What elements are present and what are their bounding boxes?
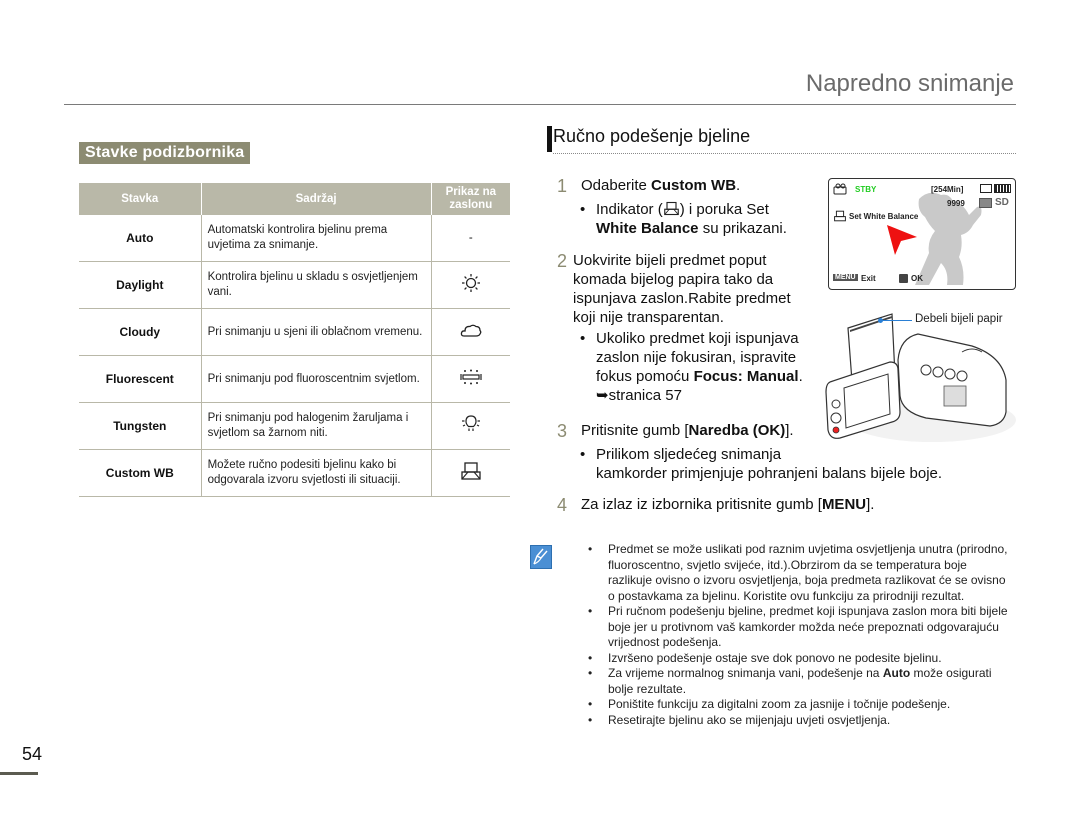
column-header-content: Sadržaj — [201, 183, 432, 215]
note-item: • Predmet se može uslikati pod raznim uvj… — [588, 542, 1008, 603]
fluorescent-icon — [460, 369, 482, 384]
step-2: 2 Uokvirite bijeli predmet poput komada … — [557, 251, 791, 326]
page-reference-link[interactable]: ➥stranica 57 — [596, 387, 682, 404]
chapter-title: Napredno snimanje — [805, 70, 1014, 97]
lcd-ok-label: OK — [911, 274, 923, 283]
note-item: • Za vrijeme normalnog snimanja vani, pod… — [588, 666, 992, 696]
battery-icon — [994, 184, 1011, 193]
row-item: Tungsten — [79, 402, 202, 450]
custom-wb-icon — [663, 201, 679, 216]
step-number: 3 — [557, 421, 568, 441]
table-row: Cloudy Pri snimanju u sjeni ili oblačnom… — [79, 308, 510, 356]
step-1-target: Custom WB — [651, 177, 737, 194]
lcd-screen-illustration: STBY [254Min] 9999 SD Set White Balance … — [828, 178, 1016, 290]
daylight-icon — [461, 273, 480, 292]
tungsten-icon — [461, 414, 480, 431]
memory-card-icon — [980, 184, 992, 193]
row-item: Custom WB — [79, 449, 202, 497]
note-icon — [530, 545, 552, 569]
row-item: Cloudy — [79, 308, 202, 356]
page-number: 54 — [22, 744, 43, 764]
cloudy-icon — [460, 324, 482, 337]
row-display: - — [431, 215, 510, 262]
submenu-section-badge: Stavke podizbornika — [79, 142, 251, 164]
menu-key-icon: MENU — [833, 274, 858, 281]
section-title-underline — [553, 153, 1016, 154]
camera-callout-label: Debeli bijeli papir — [915, 313, 1003, 325]
quality-icon — [979, 198, 992, 208]
row-description: Automatski kontrolira bjelinu prema uvje… — [201, 215, 432, 262]
step-1: 1 Odaberite Custom WB. — [557, 176, 741, 196]
step-4: 4 Za izlaz iz izbornika pritisnite gumb … — [557, 495, 875, 515]
lcd-exit-label: Exit — [861, 274, 876, 283]
lcd-photo-count: 9999 — [947, 199, 965, 208]
note-item: • Poništite funkciju za digitalni zoom za… — [588, 697, 951, 711]
custom-wb-icon — [834, 210, 846, 222]
step-2-bullet: • Ukoliko predmet koji ispunjava zaslon n… — [580, 330, 803, 404]
section-title: Ručno podešenje bjeline — [553, 126, 751, 146]
storage-label: SD — [995, 197, 1009, 208]
lcd-message: Set White Balance — [849, 212, 919, 221]
step-1-bullet: • Indikator ( ) i poruka Set White Balanc… — [580, 201, 787, 237]
pencil-icon — [533, 548, 548, 565]
lcd-status: STBY — [855, 185, 877, 194]
row-description: Pri snimanju u sjeni ili oblačnom vremen… — [201, 308, 432, 356]
table-row: Daylight Kontrolira bjelinu u skladu s o… — [79, 261, 510, 309]
note-item: • Resetirajte bjelinu ako se mijenjaju uv… — [588, 712, 891, 727]
table-row: Auto Automatski kontrolira bjelinu prema… — [79, 215, 510, 262]
page-number-bar — [0, 772, 38, 775]
table-row: Tungsten Pri snimanju pod halogenim žaru… — [79, 402, 510, 450]
arrow-right-icon: ➥ — [596, 387, 609, 404]
row-item: Auto — [79, 215, 202, 262]
row-item: Daylight — [79, 261, 202, 309]
callout-line — [880, 320, 912, 321]
table-row: Custom WB Možete ručno podesiti bjelinu … — [79, 449, 510, 497]
row-description: Možete ručno podesiti bjelinu kako bi od… — [201, 449, 432, 497]
column-header-item: Stavka — [79, 183, 202, 215]
column-header-display: Prikaz na zaslonu — [431, 183, 510, 215]
callout-dot — [878, 318, 883, 323]
step-number: 4 — [557, 495, 568, 515]
custom-wb-icon — [461, 461, 481, 480]
camcorder-mode-icon — [833, 183, 847, 195]
row-item: Fluorescent — [79, 355, 202, 403]
step-number: 1 — [557, 176, 568, 196]
row-description: Pri snimanju pod halogenim žaruljama i s… — [201, 402, 432, 450]
step-3: 3 Pritisnite gumb [Naredba (OK)]. — [557, 421, 794, 441]
row-description: Pri snimanju pod fluoroscentnim svjetlom… — [201, 355, 432, 403]
white-balance-table: Stavka Sadržaj Prikaz na zaslonu Auto Au… — [79, 183, 510, 497]
section-title-marker — [547, 126, 552, 152]
table-row: Fluorescent Pri snimanju pod fluoroscent… — [79, 355, 510, 403]
pointer-arrow-icon — [887, 225, 917, 255]
step-number: 2 — [557, 251, 568, 271]
lcd-remaining-time: [254Min] — [931, 185, 964, 194]
ok-key-icon — [899, 274, 908, 283]
table-header-row: Stavka Sadržaj Prikaz na zaslonu — [79, 183, 510, 215]
notes-list: • Predmet se može uslikati pod raznim uvj… — [588, 542, 1008, 728]
header-divider — [64, 104, 1016, 105]
row-description: Kontrolira bjelinu u skladu s osvjetljen… — [201, 261, 432, 309]
note-item: • Pri ručnom podešenju bjeline, predmet k… — [588, 604, 1008, 649]
step-3-bullet: • Prilikom sljedećeg snimanja kamkorder p… — [580, 446, 943, 482]
note-item: • Izvršeno podešenje ostaje sve dok ponov… — [588, 650, 942, 665]
